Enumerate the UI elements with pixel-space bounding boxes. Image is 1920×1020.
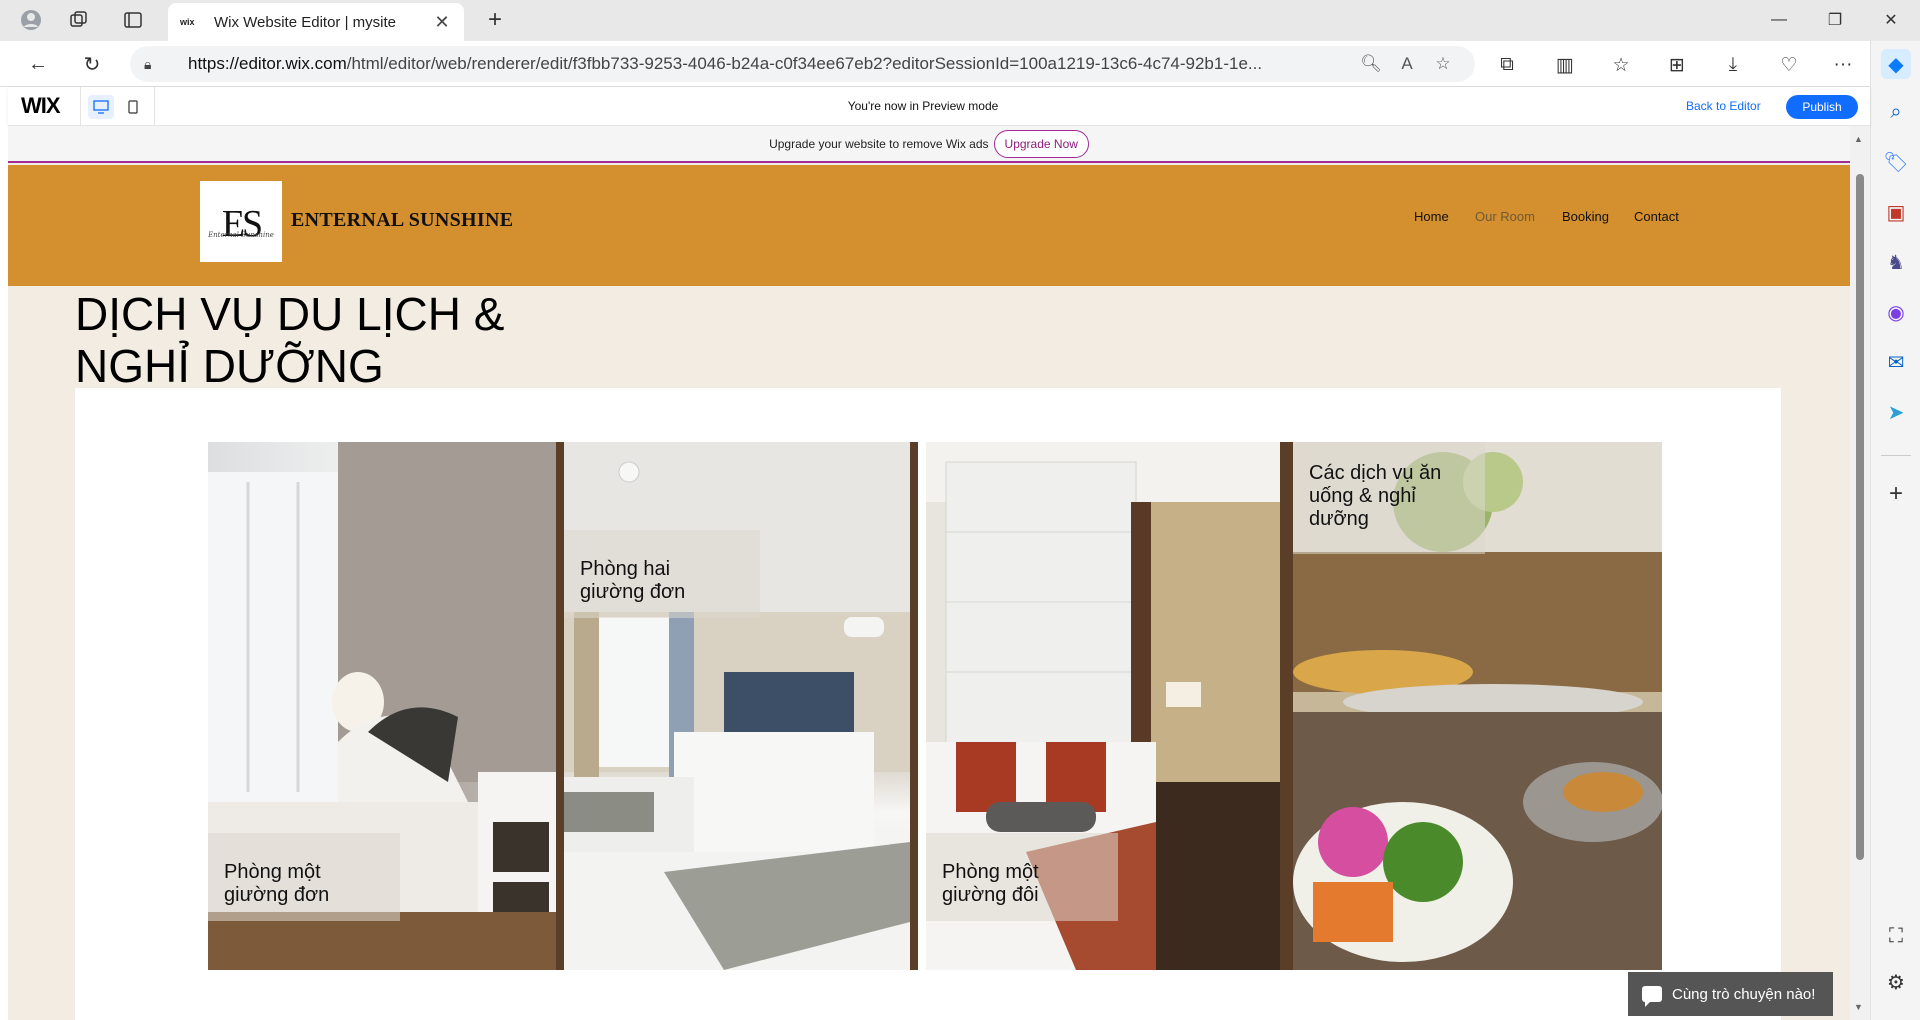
- page-title-line: DỊCH VỤ DU LỊCH &: [75, 288, 505, 340]
- minimize-icon[interactable]: —: [1756, 6, 1802, 34]
- page-title-line: NGHỈ DƯỠNG: [75, 340, 384, 392]
- card-caption-line: Phòng hai: [580, 558, 671, 580]
- page-title: DỊCH VỤ DU LỊCH & NGHỈ DƯỠNG: [75, 288, 504, 392]
- tab-title: Wix Website Editor | mysite: [214, 13, 396, 31]
- scroll-thumb[interactable]: [1856, 174, 1864, 860]
- ad-banner-text: Upgrade your website to remove Wix ads: [769, 136, 989, 151]
- card-divider: [556, 442, 564, 970]
- card-caption: Phòng một giường đơn: [208, 833, 400, 921]
- card-caption-line: dưỡng: [1309, 508, 1369, 530]
- new-tab-icon[interactable]: +: [480, 6, 510, 34]
- tools-icon[interactable]: ▣: [1881, 197, 1911, 227]
- sidebar-divider: [1881, 455, 1911, 456]
- wix-ad-banner: Upgrade your website to remove Wix ads U…: [8, 126, 1850, 163]
- chat-widget-button[interactable]: Cùng trò chuyện nào!: [1628, 972, 1833, 1016]
- screenshot-icon[interactable]: ⛶: [1881, 921, 1911, 951]
- profile-icon[interactable]: [16, 6, 46, 34]
- logo-script: Enternal Sunshine: [208, 230, 274, 239]
- read-aloud-icon[interactable]: A: [1389, 54, 1425, 74]
- dining-card[interactable]: Các dịch vụ ăn uống & nghỉ dưỡng: [1293, 442, 1662, 970]
- back-icon[interactable]: ←: [22, 50, 54, 78]
- office-icon[interactable]: ◉: [1881, 297, 1911, 327]
- chat-label: Cùng trò chuyện nào!: [1672, 985, 1816, 1003]
- close-icon[interactable]: ✕: [432, 12, 452, 33]
- nav-contact[interactable]: Contact: [1634, 209, 1679, 224]
- room-card-single[interactable]: Phòng một giường đơn: [208, 442, 556, 970]
- nav-home[interactable]: Home: [1414, 209, 1449, 224]
- workspaces-icon[interactable]: [64, 6, 94, 34]
- twin-room-image: [564, 442, 910, 970]
- card-caption-line: Các dịch vụ ăn: [1309, 462, 1442, 484]
- card-caption: Các dịch vụ ăn uống & nghỉ dưỡng: [1293, 442, 1485, 554]
- more-icon[interactable]: ···: [1826, 51, 1860, 79]
- zoom-icon[interactable]: 🔍︎: [1353, 54, 1389, 74]
- browser-sidebar: ◆ ⌕ 🏷︎ ▣ ♞ ◉ ✉ ➤ + ⛶ ⚙: [1870, 41, 1920, 1020]
- browser-tab-bar: wix Wix Website Editor | mysite ✕ + — ❐ …: [0, 0, 1920, 41]
- window-close-icon[interactable]: ✕: [1868, 6, 1914, 34]
- card-divider: [1280, 442, 1293, 970]
- favorites-icon[interactable]: ☆: [1604, 51, 1638, 79]
- brand-name[interactable]: ENTERNAL SUNSHINE: [291, 209, 513, 232]
- card-divider: [910, 442, 918, 970]
- card-caption-line: Phòng một: [942, 861, 1039, 883]
- collections-icon[interactable]: ⊞: [1660, 51, 1694, 79]
- card-caption: Phòng hai giường đơn: [564, 530, 760, 618]
- games-icon[interactable]: ♞: [1881, 247, 1911, 277]
- card-caption: Phòng một giường đôi: [926, 833, 1118, 921]
- chat-icon: [1642, 986, 1662, 1007]
- wix-favicon: wix: [180, 17, 195, 27]
- preview-mode-message: You're now in Preview mode: [847, 99, 999, 113]
- copilot-icon[interactable]: ◆: [1881, 49, 1911, 79]
- upgrade-now-button[interactable]: Upgrade Now: [993, 129, 1089, 158]
- telegram-icon[interactable]: ➤: [1881, 397, 1911, 427]
- site-logo[interactable]: ES Enternal Sunshine: [200, 181, 282, 262]
- search-icon[interactable]: ⌕: [1881, 97, 1911, 127]
- wix-preview-bar: WIX You're now in Preview mode Back to E…: [8, 87, 1870, 126]
- lock-icon[interactable]: 🔒︎: [144, 56, 170, 73]
- scroll-down-icon[interactable]: ▼: [1854, 1002, 1863, 1012]
- settings-icon[interactable]: ⚙: [1881, 967, 1911, 997]
- room-card-double[interactable]: Phòng một giường đôi: [926, 442, 1280, 970]
- scroll-up-icon[interactable]: ▲: [1854, 134, 1863, 144]
- site-preview: Upgrade your website to remove Wix ads U…: [8, 126, 1850, 1020]
- page-scrollbar[interactable]: ▲ ▼: [1850, 126, 1870, 1020]
- site-header: ES Enternal Sunshine ENTERNAL SUNSHINE H…: [8, 165, 1850, 286]
- refresh-icon[interactable]: ↻: [76, 50, 108, 78]
- split-screen-icon[interactable]: ▥: [1548, 51, 1582, 79]
- card-caption-line: giường đơn: [580, 581, 686, 603]
- favorite-icon[interactable]: ☆: [1425, 54, 1461, 74]
- tab-actions-icon[interactable]: [118, 6, 148, 34]
- browser-tab[interactable]: wix Wix Website Editor | mysite ✕: [168, 3, 464, 41]
- card-caption-line: giường đơn: [224, 884, 330, 906]
- add-icon[interactable]: +: [1881, 479, 1911, 509]
- browser-essentials-icon[interactable]: ♡: [1772, 51, 1806, 79]
- nav-booking[interactable]: Booking: [1562, 209, 1609, 224]
- extensions-icon[interactable]: ⧉: [1490, 51, 1524, 79]
- url-field[interactable]: 🔒︎ https://editor.wix.com/html/editor/we…: [130, 46, 1475, 82]
- restore-icon[interactable]: ❐: [1812, 6, 1858, 34]
- address-bar: ← ↻ 🔒︎ https://editor.wix.com/html/edito…: [0, 41, 1920, 87]
- room-card-twin[interactable]: Phòng hai giường đơn: [564, 442, 910, 970]
- shopping-icon[interactable]: 🏷︎: [1881, 147, 1911, 177]
- card-caption-line: giường đôi: [942, 884, 1039, 906]
- card-caption-line: uống & nghỉ: [1309, 485, 1416, 507]
- nav-our-room[interactable]: Our Room: [1475, 209, 1535, 224]
- url-text[interactable]: https://editor.wix.com/html/editor/web/r…: [188, 54, 1353, 74]
- downloads-icon[interactable]: ⤓: [1716, 51, 1750, 79]
- outlook-icon[interactable]: ✉: [1881, 347, 1911, 377]
- card-caption-line: Phòng một: [224, 861, 321, 883]
- back-to-editor-link[interactable]: Back to Editor: [1686, 99, 1761, 113]
- publish-button[interactable]: Publish: [1786, 95, 1858, 119]
